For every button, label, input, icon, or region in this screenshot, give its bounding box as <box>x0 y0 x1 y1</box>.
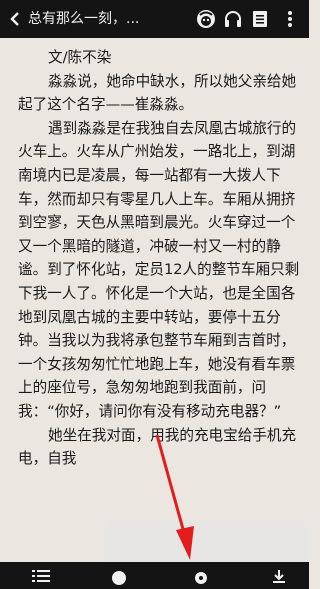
back-icon[interactable] <box>4 0 26 38</box>
paragraph: 她坐在我对面，用我的充电宝给手机充电，自我 <box>18 426 297 468</box>
paragraph: 淼淼说，她命中缺水，所以她父亲给她起了这个名字——崔淼淼。 <box>18 72 297 114</box>
book-title[interactable]: 总有那么一刻，... <box>28 0 139 38</box>
brightness-icon[interactable] <box>108 566 130 586</box>
reading-content: 文/陈不染 淼淼说，她命中缺水，所以她父亲给她起了这个名字——崔淼淼。 遇到淼淼… <box>18 38 305 471</box>
paragraph: 遇到淼淼是在我独自去凤凰古城旅行的火车上。火车从广州始发，一路北上，到湖南境内已… <box>18 119 300 420</box>
more-vertical-icon[interactable] <box>278 7 302 31</box>
bottom-toolbar <box>0 562 309 589</box>
headphones-icon[interactable] <box>221 7 245 31</box>
list-icon[interactable] <box>30 566 52 586</box>
menu-list-icon[interactable] <box>248 7 272 31</box>
top-toolbar: 总有那么一刻，... <box>0 0 309 38</box>
settings-gear-icon[interactable] <box>190 566 212 586</box>
download-icon[interactable] <box>268 566 290 586</box>
face-icon[interactable] <box>194 7 218 31</box>
byline: 文/陈不染 <box>48 49 112 66</box>
